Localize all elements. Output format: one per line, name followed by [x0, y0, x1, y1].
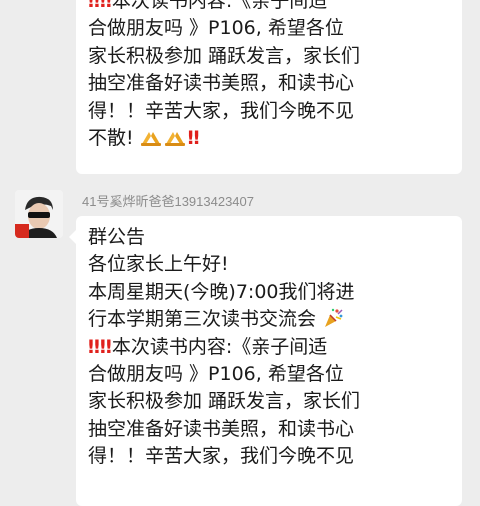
message-line: ‼ ‼ 本次读书内容:《亲子间适 [88, 0, 450, 15]
party-popper-icon [325, 309, 343, 328]
message-line: 家长积极参加 踊跃发言，家长们 [88, 44, 361, 67]
message-line: 群公告 [88, 226, 146, 248]
double-exclamation-icon: ‼ [88, 335, 100, 358]
avatar[interactable] [15, 190, 63, 238]
flag-icon [15, 224, 29, 238]
message-bubble[interactable]: 群公告 各位家长上午好! 本周星期天(今晚)7:00我们将进 行本学期第三次读书… [69, 216, 462, 506]
message-line: 合做朋友吗 》P106, 希望各位 [88, 17, 344, 40]
message-line: 合做朋友吗 》P106, 希望各位 [88, 363, 344, 386]
double-exclamation-icon: ‼ [187, 127, 200, 150]
praying-hands-icon [164, 132, 185, 147]
message-line: 不散! ‼ [88, 127, 200, 150]
praying-hands-icon [140, 132, 161, 147]
message-line: 抽空准备好读书美照，和读书心 [88, 417, 355, 440]
message-line: ‼ ‼ 本次读书内容:《亲子间适 [88, 335, 328, 358]
double-exclamation-icon: ‼ [99, 0, 112, 12]
message-line: 得！！辛苦大家，我们今晚不见 [88, 445, 355, 468]
message-line: 抽空准备好读书美照，和读书心 [88, 72, 355, 95]
message-line: 行本学期第三次读书交流会 [88, 306, 450, 333]
message-line: 得！！辛苦大家，我们今晚不见 [88, 99, 355, 122]
double-exclamation-icon: ‼ [99, 335, 112, 358]
message-line: 本周星期天(今晚)7:00我们将进 [88, 280, 355, 303]
message-line: 家长积极参加 踊跃发言，家长们 [88, 390, 361, 413]
double-exclamation-icon: ‼ [88, 0, 100, 12]
message-bubble[interactable]: ‼ ‼ 本次读书内容:《亲子间适 合做朋友吗 》P106, 希望各位 家长积极参加 … [76, 0, 462, 174]
message-line: 各位家长上午好! [88, 253, 229, 276]
sender-name: 41号奚烨昕爸爸13913423407 [82, 194, 254, 209]
